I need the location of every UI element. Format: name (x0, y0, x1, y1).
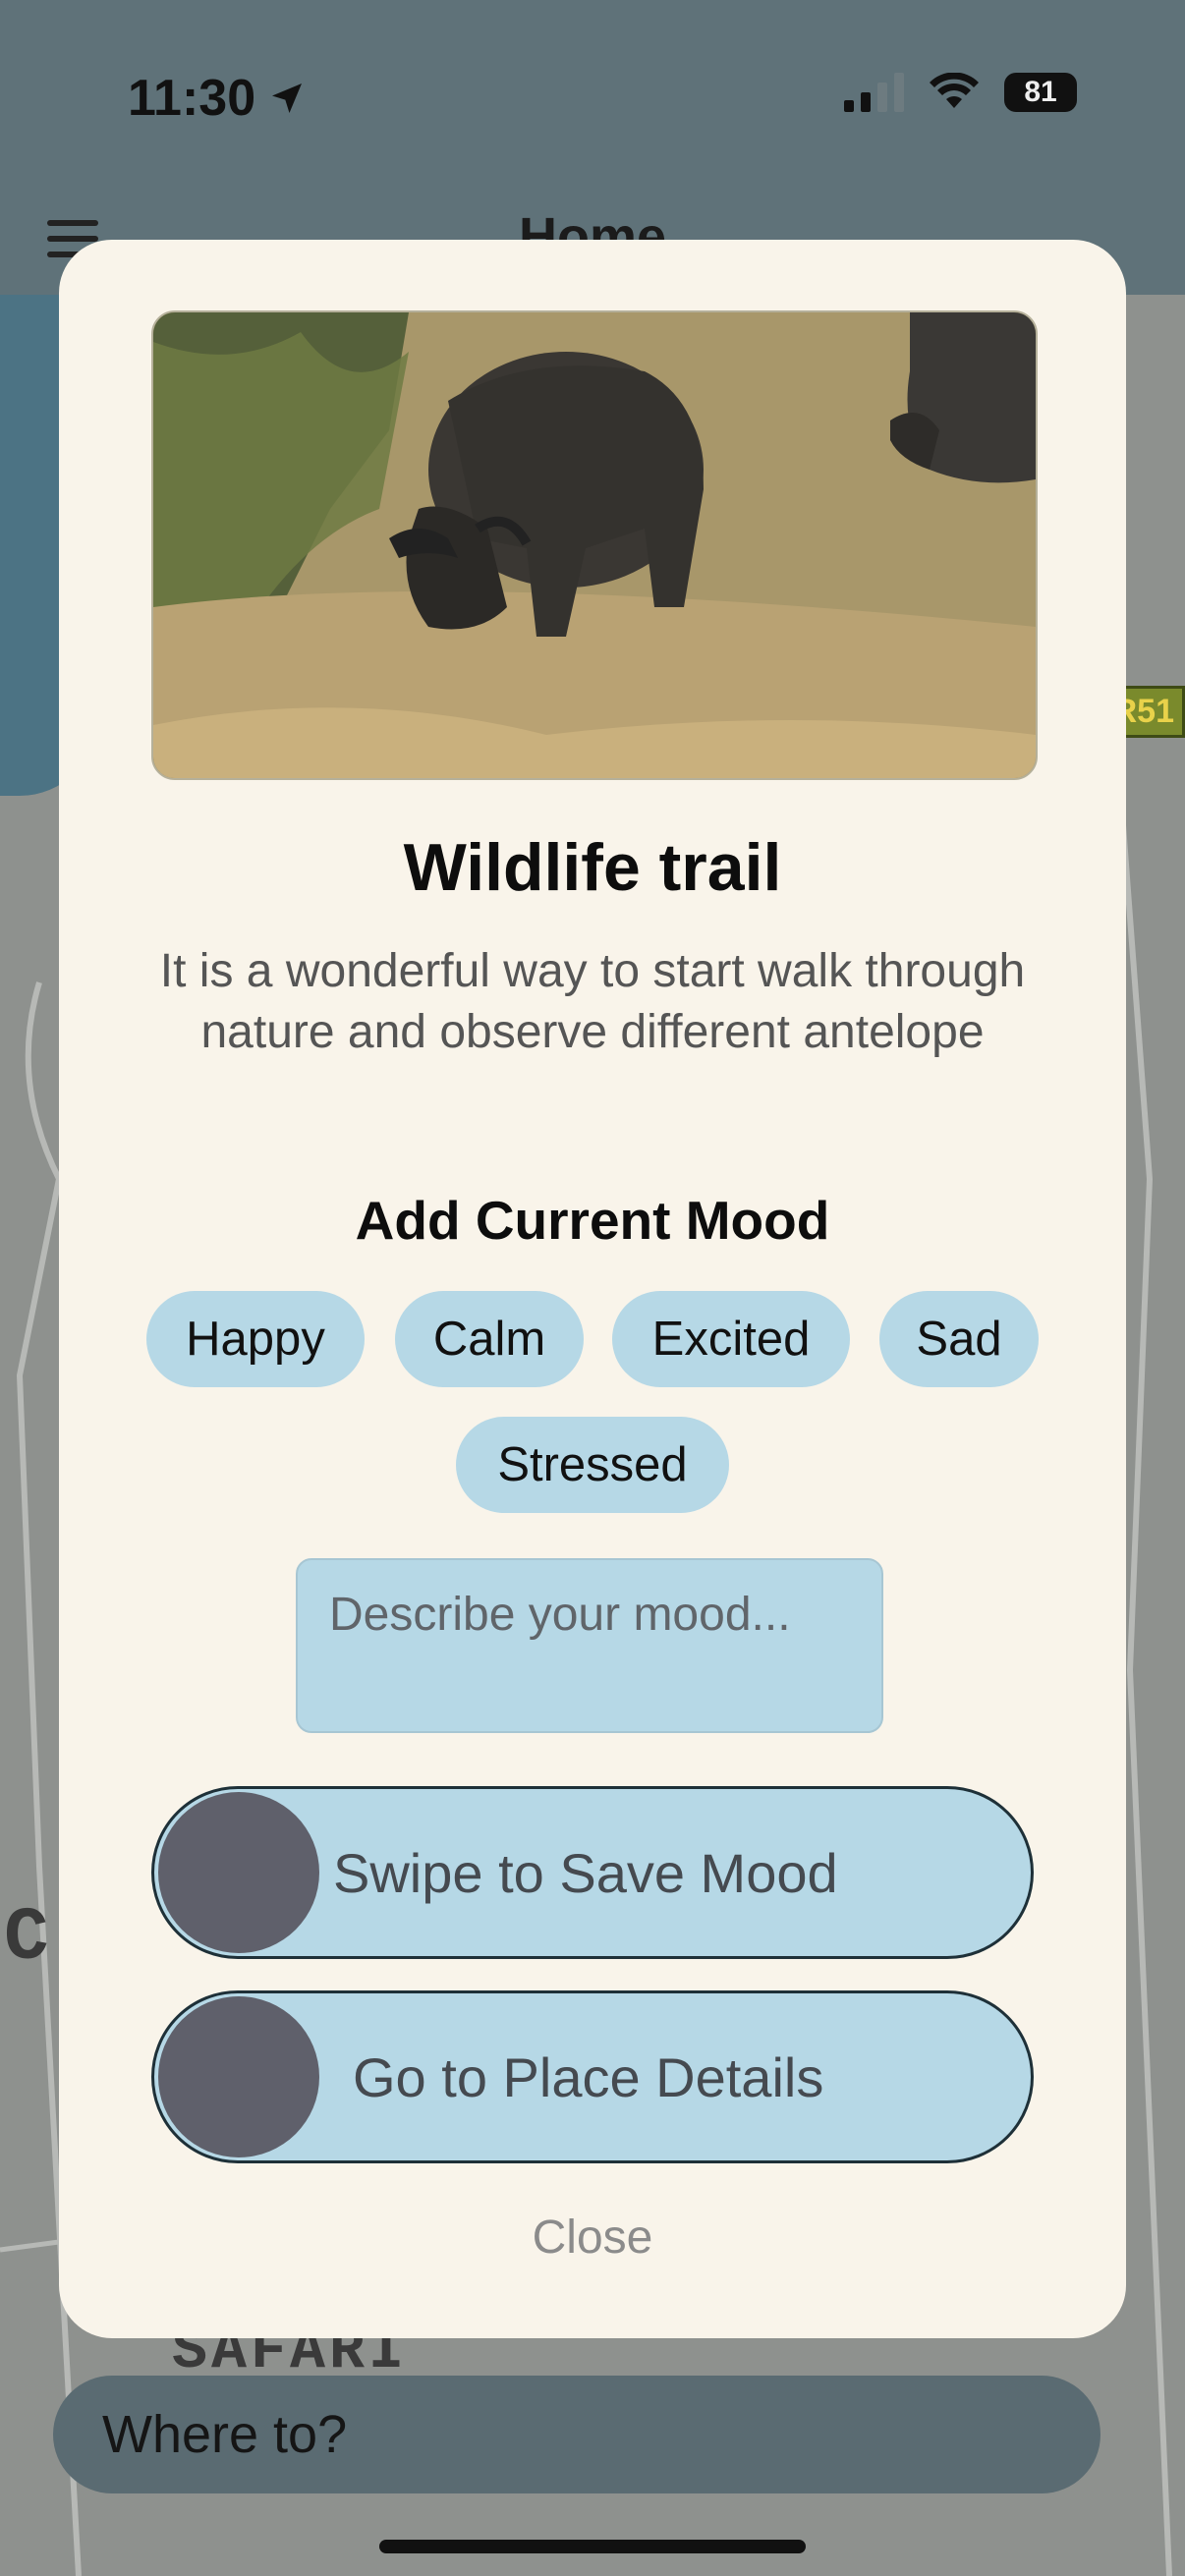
status-time: 11:30 (128, 69, 307, 128)
map-label: C (4, 1896, 49, 1981)
slider-knob[interactable] (158, 1792, 319, 1953)
mood-chip-stressed[interactable]: Stressed (456, 1417, 729, 1513)
slider-label: Go to Place Details (353, 2045, 824, 2108)
slider-knob[interactable] (158, 1996, 319, 2157)
clock: 11:30 (128, 70, 256, 127)
battery-icon: 81 (1004, 73, 1077, 112)
home-indicator (379, 2540, 806, 2553)
swipe-to-save-slider[interactable]: Swipe to Save Mood (151, 1786, 1034, 1959)
mood-chip-happy[interactable]: Happy (146, 1291, 365, 1387)
close-button[interactable]: Close (59, 2211, 1126, 2265)
mood-heading: Add Current Mood (355, 1190, 830, 1251)
place-modal: Wildlife trail It is a wonderful way to … (59, 240, 1126, 2338)
mood-chip-sad[interactable]: Sad (879, 1291, 1039, 1387)
location-arrow-icon (272, 84, 303, 113)
mood-chip-excited[interactable]: Excited (612, 1291, 850, 1387)
status-icons: 81 (844, 73, 1077, 112)
mood-description-input[interactable] (296, 1558, 883, 1733)
buffalo-photo-illustration (153, 312, 1036, 778)
place-description: It is a wonderful way to start walk thro… (159, 945, 1026, 1058)
mood-chip-calm[interactable]: Calm (395, 1291, 584, 1387)
go-to-details-slider[interactable]: Go to Place Details (151, 1990, 1034, 2163)
slider-label: Swipe to Save Mood (333, 1841, 838, 1904)
search-bar[interactable]: Where to? (53, 2376, 1100, 2493)
cellular-signal-icon (844, 73, 904, 112)
search-placeholder: Where to? (102, 2405, 348, 2464)
place-photo (151, 310, 1038, 780)
wifi-icon (930, 73, 979, 108)
place-title: Wildlife trail (403, 830, 782, 905)
